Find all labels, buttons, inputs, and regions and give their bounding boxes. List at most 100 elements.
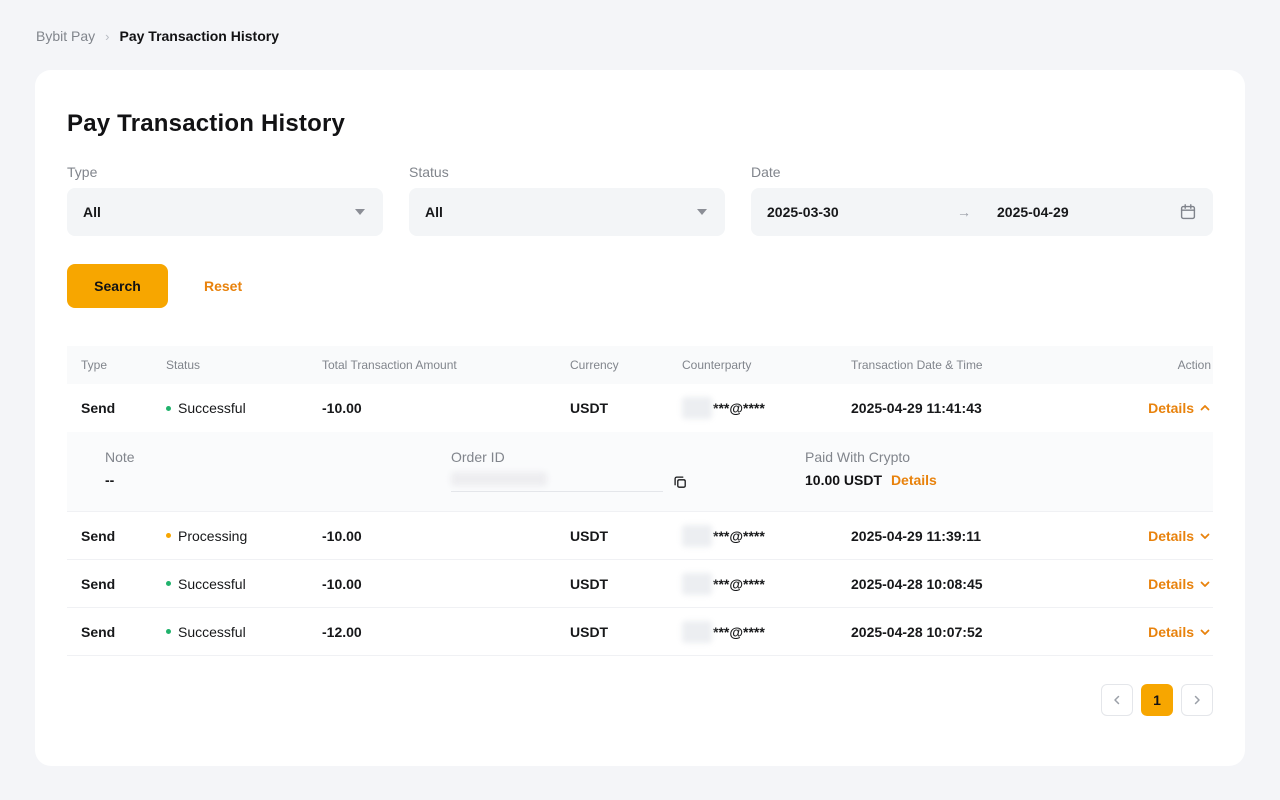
row-counterparty: ***@**** [668,621,837,643]
status-dot-icon [166,629,171,634]
header-action: Action [1086,358,1213,372]
row-datetime: 2025-04-28 10:08:45 [837,576,1086,592]
next-page-button[interactable] [1181,684,1213,716]
header-type: Type [67,358,152,372]
breadcrumb-current: Pay Transaction History [119,28,279,44]
header-amount: Total Transaction Amount [308,358,556,372]
prev-page-button[interactable] [1101,684,1133,716]
chevron-down-icon [1199,626,1211,638]
details-toggle[interactable]: Details [1148,400,1211,416]
chevron-down-icon [697,209,707,215]
table-row: Send Processing -10.00 USDT ***@**** 202… [67,512,1213,560]
type-select-value: All [83,204,101,220]
counterparty-masked: ***@**** [713,576,765,592]
copy-icon[interactable] [672,474,688,490]
type-select[interactable]: All [67,188,383,236]
row-type: Send [67,624,152,640]
chevron-left-icon [1111,694,1123,706]
row-datetime: 2025-04-28 10:07:52 [837,624,1086,640]
row-action: Details [1086,528,1213,544]
date-range-input[interactable]: 2025-03-30 → 2025-04-29 [751,188,1213,236]
row-action: Details [1086,624,1213,640]
main-card: Pay Transaction History Type All Status … [35,70,1245,766]
status-dot-icon [166,581,171,586]
paid-with-crypto-label: Paid With Crypto [805,449,1213,465]
row-status: Successful [152,624,308,640]
date-filter-label: Date [751,164,1213,180]
status-dot-icon [166,533,171,538]
chevron-down-icon [1199,578,1211,590]
row-currency: USDT [556,576,668,592]
header-status: Status [152,358,308,372]
status-filter-label: Status [409,164,725,180]
row-action: Details [1086,576,1213,592]
counterparty-masked: ***@**** [713,624,765,640]
status-dot-icon [166,406,171,411]
chevron-down-icon [355,209,365,215]
order-id-value [451,472,663,492]
row-type: Send [67,576,152,592]
row-currency: USDT [556,624,668,640]
redacted-counterparty [682,397,712,419]
detail-order-id: Order ID [451,449,805,492]
counterparty-masked: ***@**** [713,528,765,544]
breadcrumb-bybit-pay[interactable]: Bybit Pay [36,28,95,44]
redacted-counterparty [682,525,712,547]
details-label: Details [1148,528,1194,544]
status-select-value: All [425,204,443,220]
row-datetime: 2025-04-29 11:41:43 [837,400,1086,416]
type-filter: Type All [67,164,383,236]
header-currency: Currency [556,358,668,372]
counterparty-masked: ***@**** [713,400,765,416]
redacted-order-id [451,472,547,486]
reset-button[interactable]: Reset [204,278,242,294]
row-currency: USDT [556,528,668,544]
details-toggle[interactable]: Details [1148,624,1211,640]
chevron-right-icon [1191,694,1203,706]
transactions-table: Type Status Total Transaction Amount Cur… [67,346,1213,716]
row-status: Successful [152,576,308,592]
paid-details-link[interactable]: Details [891,472,937,488]
detail-note: Note -- [105,449,451,488]
table-row: Send Successful -10.00 USDT ***@**** 202… [67,560,1213,608]
order-id-label: Order ID [451,449,805,465]
page-title: Pay Transaction History [67,110,1213,138]
date-filter: Date 2025-03-30 → 2025-04-29 [751,164,1213,236]
details-toggle[interactable]: Details [1148,528,1211,544]
chevron-up-icon [1199,402,1211,414]
row-datetime: 2025-04-29 11:39:11 [837,528,1086,544]
row-action: Details [1086,400,1213,416]
type-filter-label: Type [67,164,383,180]
row-type: Send [67,528,152,544]
note-label: Note [105,449,451,465]
details-label: Details [1148,624,1194,640]
row-counterparty: ***@**** [668,397,837,419]
row-amount: -10.00 [308,576,556,592]
details-toggle[interactable]: Details [1148,576,1211,592]
row-currency: USDT [556,400,668,416]
row-amount: -12.00 [308,624,556,640]
status-select[interactable]: All [409,188,725,236]
filter-actions: Search Reset [67,264,1213,308]
details-label: Details [1148,400,1194,416]
date-start-value: 2025-03-30 [767,204,957,220]
table-header-row: Type Status Total Transaction Amount Cur… [67,346,1213,384]
table-row: Send Successful -10.00 USDT ***@**** 202… [67,384,1213,432]
note-value: -- [105,472,451,488]
calendar-icon[interactable] [1179,203,1197,221]
status-text: Successful [178,576,246,592]
breadcrumb-separator-icon: › [105,29,109,44]
search-button[interactable]: Search [67,264,168,308]
details-label: Details [1148,576,1194,592]
page-1-button[interactable]: 1 [1141,684,1173,716]
filters-bar: Type All Status All Date 2025-03-30 → [67,164,1213,236]
breadcrumb: Bybit Pay › Pay Transaction History [0,0,1280,44]
row-counterparty: ***@**** [668,573,837,595]
header-datetime: Transaction Date & Time [837,358,1086,372]
header-counterparty: Counterparty [668,358,837,372]
redacted-counterparty [682,573,712,595]
paid-with-crypto-value: 10.00 USDT [805,472,882,488]
row-status: Successful [152,400,308,416]
date-range-arrow-icon: → [957,204,971,220]
date-end-value: 2025-04-29 [997,204,1179,220]
